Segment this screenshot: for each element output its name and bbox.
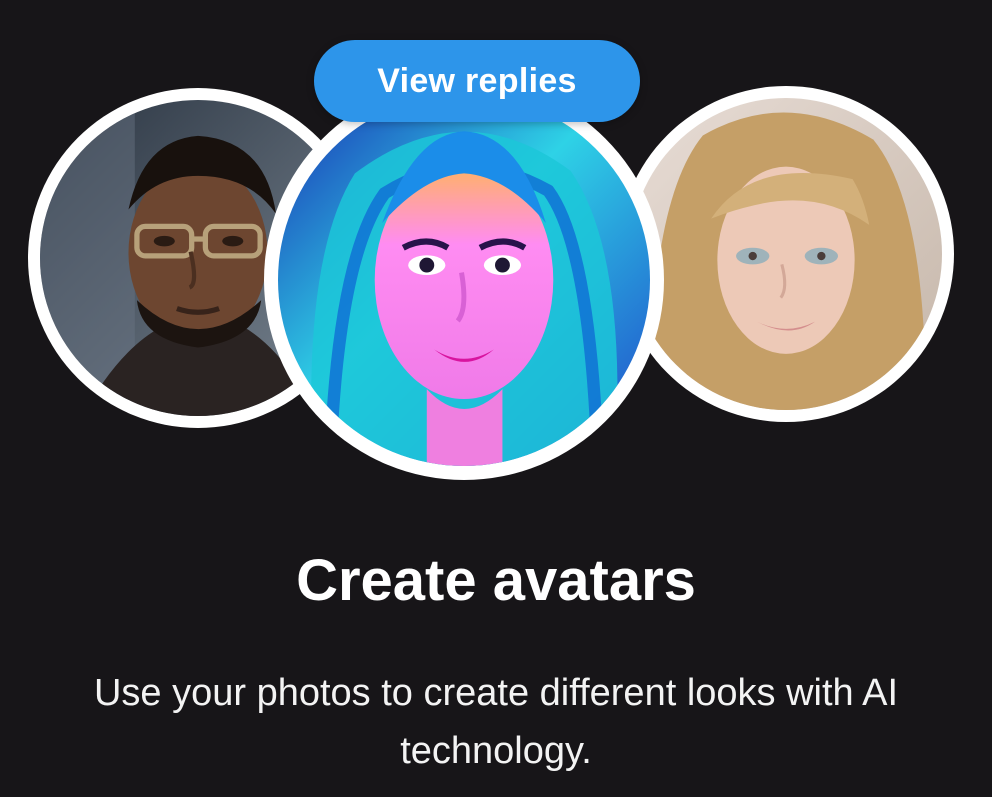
avatar-right-image [630, 98, 942, 410]
description-text: Use your photos to create different look… [93, 672, 899, 772]
avatar-center [264, 80, 664, 480]
avatar-center-image [278, 94, 650, 466]
view-replies-button[interactable]: View replies [314, 40, 640, 122]
avatar-right [618, 86, 954, 422]
page-title: Create avatars [296, 548, 696, 613]
